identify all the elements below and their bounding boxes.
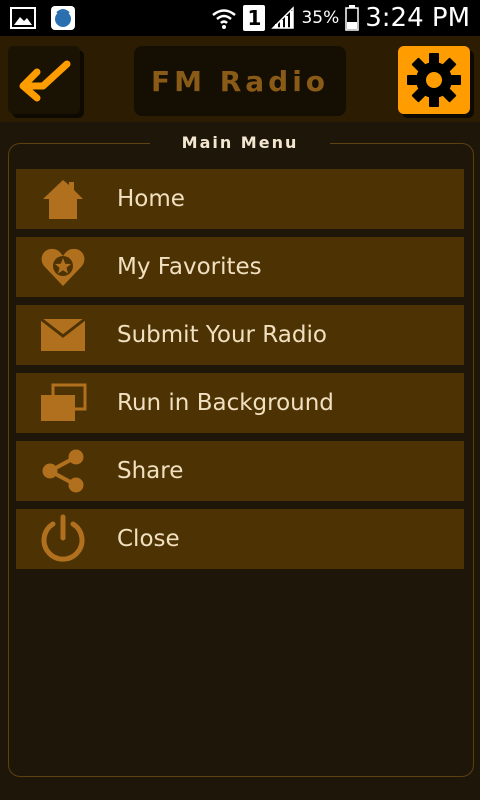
- app-title: FM Radio: [150, 64, 330, 98]
- gear-icon: [407, 53, 461, 107]
- menu-item-label: Home: [117, 186, 185, 212]
- heart-star-icon: [38, 243, 88, 291]
- battery-icon: [345, 5, 359, 31]
- battery-percent: 35%: [301, 8, 340, 28]
- app-title-box: FM Radio: [134, 46, 346, 116]
- notification-icons: [8, 4, 78, 32]
- wifi-icon: [212, 9, 237, 29]
- menu-item-run-background[interactable]: Run in Background: [16, 373, 464, 433]
- status-bar: 1 35% 3:24 PM: [0, 0, 480, 36]
- radio-app-notification-icon: [48, 4, 78, 32]
- gallery-notification-icon: [8, 4, 38, 32]
- menu-item-home[interactable]: Home: [16, 169, 464, 229]
- envelope-icon: [38, 311, 88, 359]
- clock: 3:24 PM: [365, 3, 470, 33]
- system-status: 1 35% 3:24 PM: [211, 0, 470, 36]
- share-icon: [38, 447, 88, 495]
- power-icon: [38, 514, 88, 563]
- menu-item-favorites[interactable]: My Favorites: [16, 237, 464, 297]
- menu-item-label: Close: [117, 526, 180, 552]
- windows-icon: [38, 379, 88, 427]
- back-arrow-icon: [19, 60, 71, 102]
- menu-item-close[interactable]: Close: [16, 509, 464, 569]
- menu-item-label: My Favorites: [117, 254, 262, 280]
- menu-header: Main Menu: [150, 131, 330, 155]
- sim-slot-badge: 1: [243, 5, 266, 31]
- menu-item-label: Submit Your Radio: [117, 322, 327, 348]
- settings-button[interactable]: [398, 46, 470, 114]
- menu-item-label: Run in Background: [117, 390, 334, 416]
- menu-item-share[interactable]: Share: [16, 441, 464, 501]
- home-icon: [38, 175, 88, 223]
- back-button[interactable]: [8, 46, 80, 114]
- signal-icon: [271, 6, 295, 29]
- menu-item-submit-radio[interactable]: Submit Your Radio: [16, 305, 464, 365]
- menu-list: Home My Favorites Submit Your Radio Run …: [16, 169, 464, 577]
- menu-item-label: Share: [117, 458, 184, 484]
